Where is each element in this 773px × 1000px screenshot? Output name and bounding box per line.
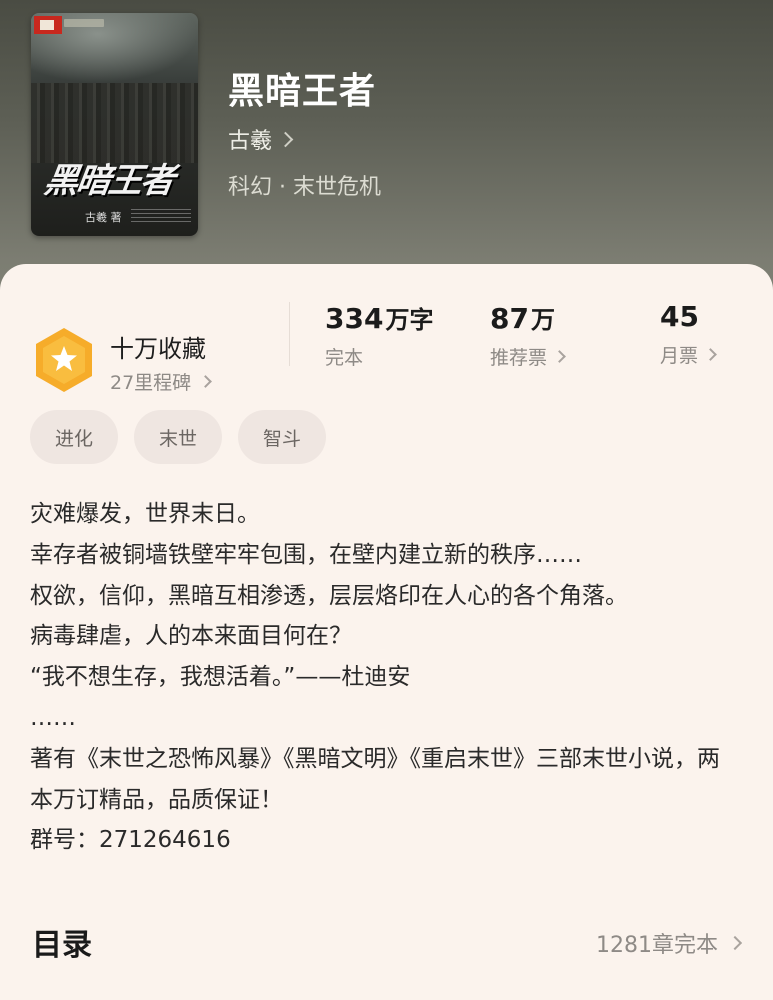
stat-monthly-votes[interactable]: 45 月票: [660, 300, 717, 368]
stat-label: 完本: [325, 347, 364, 369]
tag-chip[interactable]: 进化: [30, 410, 119, 464]
tag-list: 进化 末世 智斗: [30, 410, 327, 464]
author-link[interactable]: 古羲: [228, 123, 294, 155]
book-header: 黑暗王者 古羲 著 黑暗王者 古羲 科幻 · 末世危机: [0, 0, 773, 300]
cover-title-art: 黑暗王者: [41, 161, 176, 201]
description-line: 群号：271264616: [30, 827, 231, 854]
cover-city: [31, 83, 198, 163]
stat-value: 334: [325, 302, 384, 335]
description-line: “我不想生存，我想活着。”——杜迪安: [30, 664, 411, 691]
stat-label: 月票: [660, 345, 699, 367]
stat-label: 推荐票: [490, 347, 548, 369]
chevron-right-icon: [704, 348, 717, 361]
toc-link[interactable]: 1281章完本: [596, 927, 743, 959]
chevron-right-icon: [553, 350, 566, 363]
star-badge-icon[interactable]: [33, 326, 95, 394]
stat-unit: 万: [530, 306, 555, 334]
stat-word-count: 334万字 完本: [325, 300, 433, 370]
stat-unit: 万字: [385, 306, 434, 334]
description-line: 著有《末世之恐怖风暴》《黑暗文明》《重启末世》三部末世小说，两本万订精品，品质保…: [30, 745, 720, 813]
description-line: 权欲，信仰，黑暗互相渗透，层层烙印在人心的各个角落。: [30, 582, 628, 609]
milestone-title: 十万收藏: [110, 335, 206, 363]
author-name: 古羲: [228, 129, 273, 154]
cover-author: 古羲 著: [85, 211, 122, 224]
toc-title: 目录: [32, 928, 92, 963]
book-title: 黑暗王者: [228, 71, 377, 112]
stats-divider: [289, 302, 290, 366]
cover-small-text: [131, 209, 191, 223]
stat-value: 45: [660, 300, 699, 333]
tag-chip[interactable]: 智斗: [238, 410, 327, 464]
milestone-subtitle: 27里程碑: [110, 372, 192, 394]
description-line: 灾难爆发，世界末日。: [30, 501, 260, 527]
book-cover[interactable]: 黑暗王者 古羲 著: [31, 13, 198, 236]
book-description: 灾难爆发，世界末日。 幸存者被铜墙铁壁牢牢包围，在壁内建立新的秩序…… 权欲，信…: [30, 494, 742, 861]
description-line: 病毒肆虐，人的本来面目何在？: [30, 623, 352, 650]
publisher-logo: [34, 16, 62, 34]
book-genre: 科幻 · 末世危机: [228, 175, 381, 200]
chevron-right-icon: [727, 935, 743, 951]
milestone-link[interactable]: 27里程碑: [110, 368, 213, 395]
description-line: 幸存者被铜墙铁壁牢牢包围，在壁内建立新的秩序……: [30, 541, 582, 568]
stat-recommend-votes[interactable]: 87万 推荐票: [490, 300, 566, 370]
chevron-right-icon: [199, 375, 213, 388]
description-line: ……: [30, 704, 76, 731]
chevron-right-icon: [277, 131, 294, 147]
tag-chip[interactable]: 末世: [134, 410, 223, 464]
toc-chapter-count: 1281章完本: [596, 933, 718, 958]
stat-value: 87: [490, 302, 529, 335]
publisher-text: [64, 19, 104, 27]
